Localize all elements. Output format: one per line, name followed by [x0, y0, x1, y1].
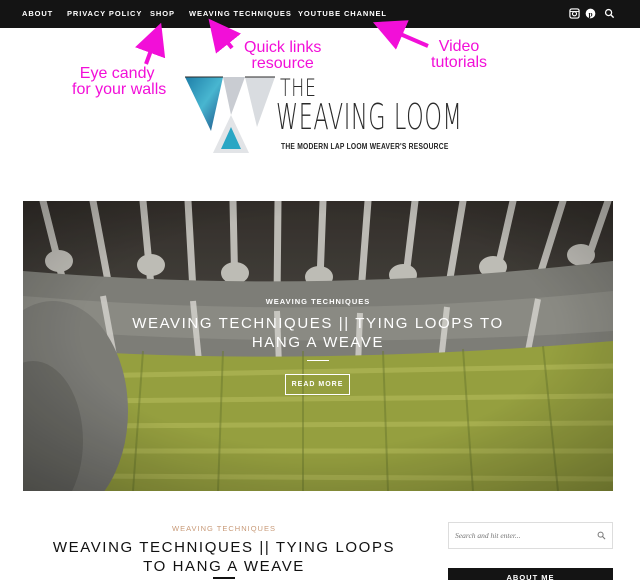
- nav-weaving-techniques[interactable]: WEAVING TECHNIQUES: [189, 0, 292, 28]
- top-navigation-bar: ABOUT PRIVACY POLICY SHOP WEAVING TECHNI…: [0, 0, 640, 28]
- hero-divider: [307, 360, 329, 361]
- annotation-shop: Eye candy for your walls: [72, 65, 167, 98]
- nav-youtube-channel[interactable]: YOUTUBE CHANNEL: [298, 0, 387, 28]
- youtube-arrow: [372, 20, 429, 50]
- annotation-weaving: Quick links resource: [244, 39, 322, 72]
- post-divider: [213, 577, 235, 579]
- nav-about[interactable]: ABOUT: [22, 0, 53, 28]
- instagram-icon[interactable]: [569, 8, 580, 19]
- hero-title[interactable]: WEAVING TECHNIQUES || TYING LOOPS TO HAN…: [118, 314, 518, 352]
- hero-featured-post[interactable]: WEAVING TECHNIQUES WEAVING TECHNIQUES ||…: [23, 201, 613, 491]
- annotation-youtube: Video tutorials: [431, 38, 488, 71]
- svg-text:p: p: [588, 9, 592, 18]
- nav-privacy-policy[interactable]: PRIVACY POLICY: [67, 0, 142, 28]
- weaving-arrow: [208, 18, 241, 54]
- weaving-loom-logo-icon: [185, 76, 275, 153]
- logo-tagline: THE MODERN LAP LOOM WEAVER'S RESOURCE: [281, 141, 449, 151]
- post-category[interactable]: WEAVING TECHNIQUES: [100, 524, 348, 533]
- search-icon[interactable]: [597, 531, 606, 540]
- logo-title: WEAVING LOOM: [276, 97, 463, 138]
- shop-arrow: [135, 22, 166, 65]
- pinterest-icon[interactable]: p: [585, 8, 596, 19]
- hero-category[interactable]: WEAVING TECHNIQUES: [23, 297, 613, 306]
- nav-shop[interactable]: SHOP: [150, 0, 175, 28]
- post-title[interactable]: WEAVING TECHNIQUES || TYING LOOPS TO HAN…: [40, 538, 408, 576]
- sidebar-search-input[interactable]: [455, 523, 595, 548]
- read-more-button[interactable]: READ MORE: [285, 374, 350, 395]
- sidebar-search-box: [448, 522, 613, 549]
- about-me-heading: ABOUT ME: [448, 568, 613, 580]
- nav-search-icon[interactable]: [604, 8, 615, 19]
